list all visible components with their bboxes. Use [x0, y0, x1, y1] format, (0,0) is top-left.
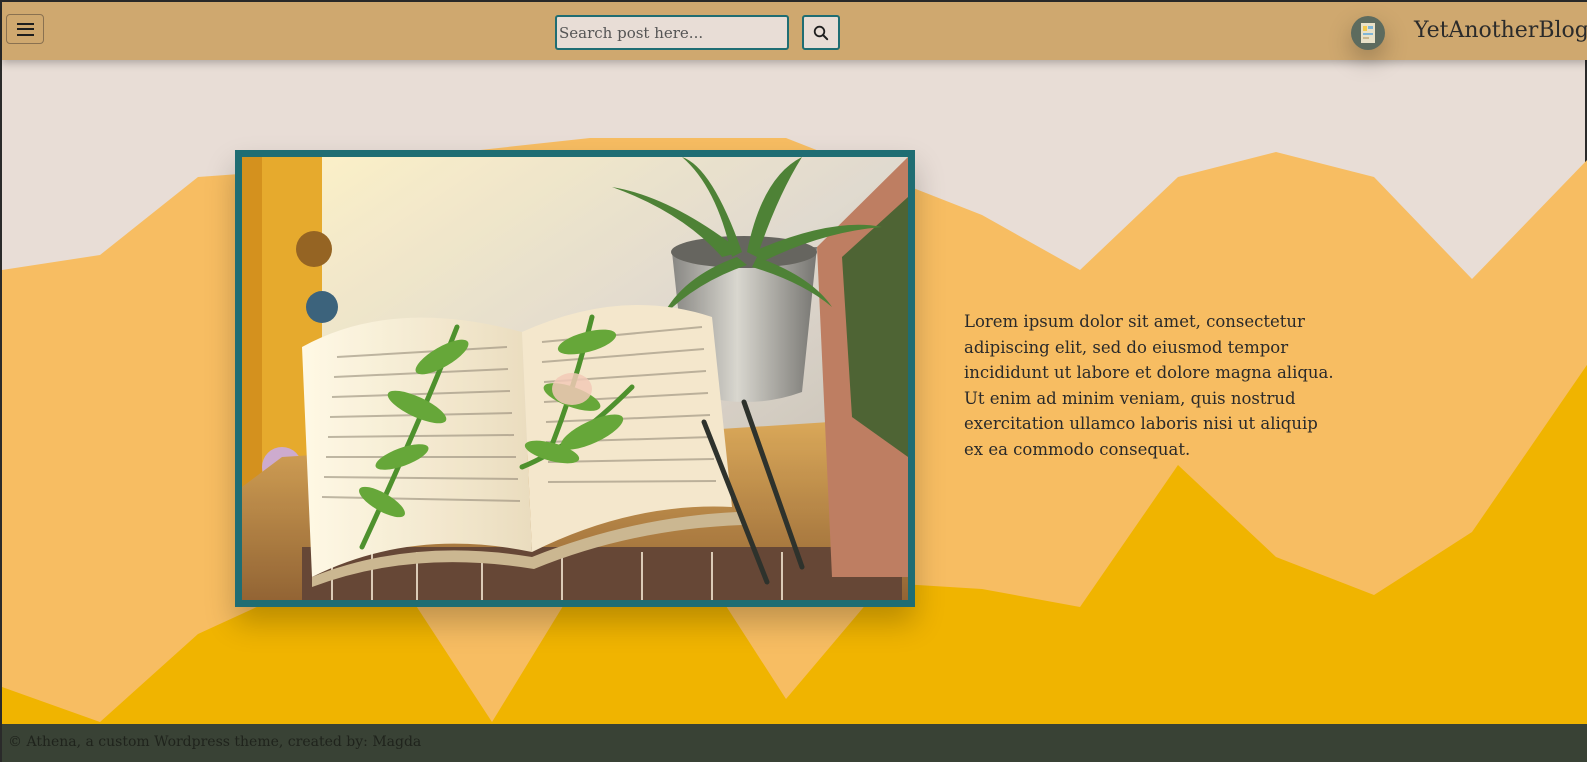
book-logo-icon	[1361, 23, 1375, 43]
magnifier-icon	[813, 25, 829, 40]
search-input[interactable]	[555, 15, 789, 50]
post-excerpt: Lorem ipsum dolor sit amet, consectetur …	[964, 312, 1334, 459]
site-footer: © Athena, a custom Wordpress theme, crea…	[2, 724, 1587, 762]
copyright-text: © Athena, a custom Wordpress theme, crea…	[8, 734, 422, 750]
featured-post-image[interactable]	[235, 150, 915, 607]
site-header: YetAnotherBlog	[2, 2, 1587, 60]
site-logo[interactable]	[1351, 16, 1385, 50]
search-button[interactable]	[802, 15, 840, 50]
site-title[interactable]: YetAnotherBlog	[1414, 18, 1587, 43]
hamburger-menu-icon	[16, 22, 34, 36]
menu-button[interactable]	[6, 14, 44, 44]
book-photo-illustration	[242, 157, 908, 600]
